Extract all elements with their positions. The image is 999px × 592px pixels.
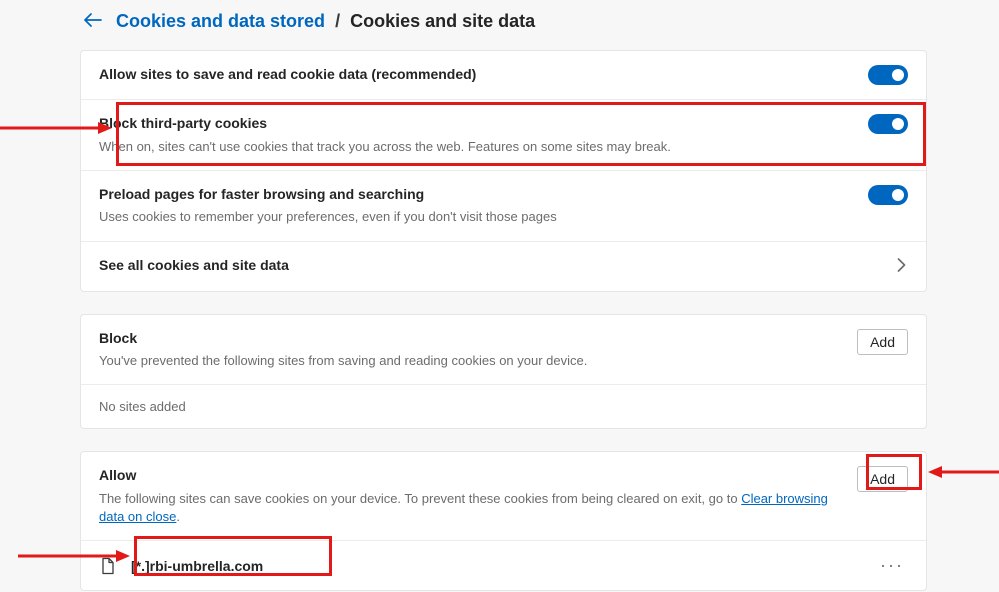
allow-site-name: [*.]rbi-umbrella.com [131, 558, 862, 574]
row-block-third-party: Block third-party cookies When on, sites… [81, 100, 926, 171]
block-title: Block [99, 329, 843, 349]
allow-add-button[interactable]: Add [857, 466, 908, 492]
block-add-button[interactable]: Add [857, 329, 908, 355]
block-list-card: Block You've prevented the following sit… [80, 314, 927, 430]
row-title: Preload pages for faster browsing and se… [99, 185, 854, 205]
row-subtitle: When on, sites can't use cookies that tr… [99, 138, 854, 156]
more-options-button[interactable]: ··· [876, 555, 908, 576]
chevron-right-icon [897, 256, 908, 277]
block-subtitle: You've prevented the following sites fro… [99, 352, 843, 370]
breadcrumb: Cookies and data stored / Cookies and si… [80, 10, 927, 32]
row-title: Block third-party cookies [99, 114, 854, 134]
block-empty-state: No sites added [81, 385, 926, 428]
back-arrow-icon[interactable] [80, 10, 106, 32]
cookie-settings-card: Allow sites to save and read cookie data… [80, 50, 927, 292]
breadcrumb-parent-link[interactable]: Cookies and data stored [116, 11, 325, 32]
allow-title: Allow [99, 466, 843, 486]
toggle-block-third-party[interactable] [868, 114, 908, 134]
breadcrumb-separator: / [335, 11, 340, 32]
toggle-preload-pages[interactable] [868, 185, 908, 205]
allow-site-row: [*.]rbi-umbrella.com ··· [81, 541, 926, 590]
allow-list-card: Allow The following sites can save cooki… [80, 451, 927, 591]
block-header-row: Block You've prevented the following sit… [81, 315, 926, 386]
file-icon [99, 557, 117, 575]
row-title: See all cookies and site data [99, 256, 883, 276]
breadcrumb-current: Cookies and site data [350, 11, 535, 32]
row-title: Allow sites to save and read cookie data… [99, 65, 854, 85]
row-subtitle: Uses cookies to remember your preference… [99, 208, 854, 226]
row-allow-save-cookies: Allow sites to save and read cookie data… [81, 51, 926, 100]
row-see-all-cookies[interactable]: See all cookies and site data [81, 242, 926, 291]
allow-header-row: Allow The following sites can save cooki… [81, 452, 926, 541]
allow-subtitle: The following sites can save cookies on … [99, 490, 843, 526]
toggle-allow-save-cookies[interactable] [868, 65, 908, 85]
row-preload-pages: Preload pages for faster browsing and se… [81, 171, 926, 242]
